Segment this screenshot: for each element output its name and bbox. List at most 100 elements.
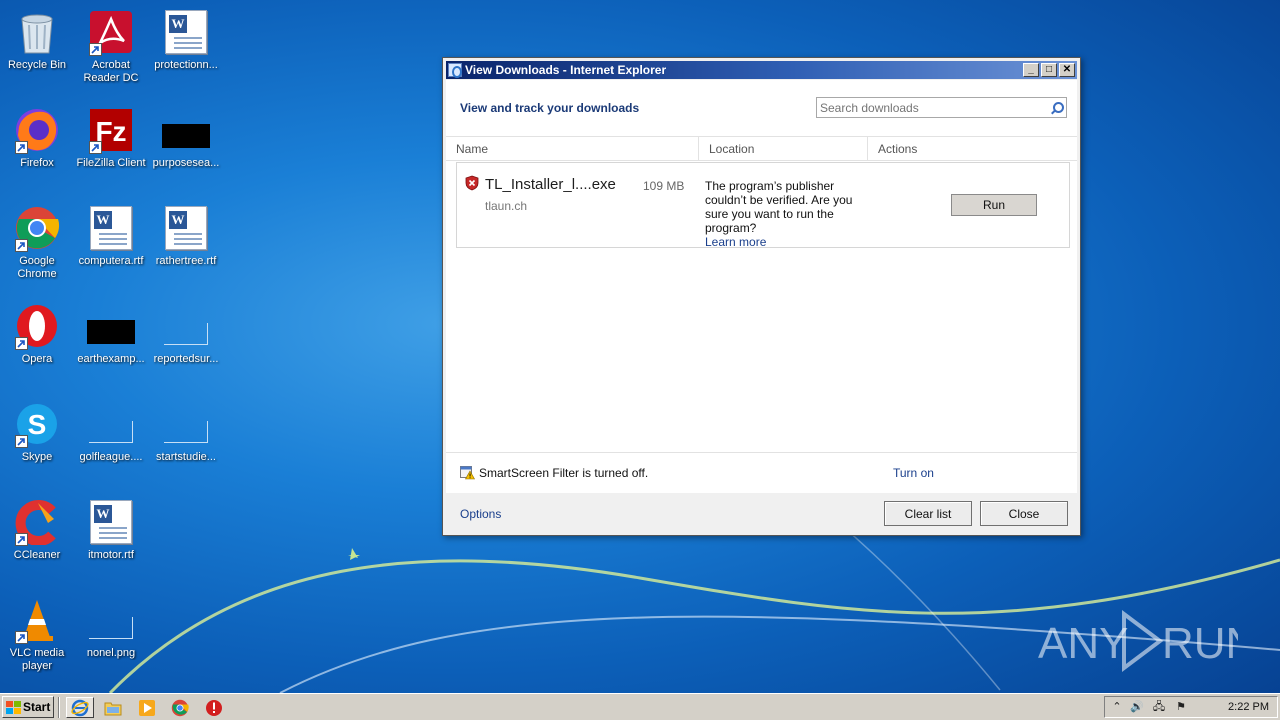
firefox-icon: [13, 106, 61, 154]
desktop-icon-vlc[interactable]: VLC media player: [0, 592, 74, 684]
desktop-icon-google-chrome[interactable]: Google Chrome: [0, 200, 74, 292]
desktop-icon-earthexamp[interactable]: earthexamp...: [74, 298, 148, 390]
file-thumbnail-icon: [87, 302, 135, 350]
media-player-icon: [139, 699, 155, 716]
show-hidden-icons-icon[interactable]: ⌃: [1109, 700, 1125, 715]
smartscreen-warning-icon: [460, 466, 475, 480]
desktop-icon-label: FileZilla Client: [76, 157, 146, 169]
explorer-folder-icon: [104, 702, 122, 715]
desktop-icon-computera[interactable]: W computera.rtf: [74, 200, 148, 292]
column-header-actions[interactable]: Actions: [868, 137, 1079, 161]
start-button[interactable]: Start: [2, 696, 54, 718]
download-file-name[interactable]: TL_Installer_l....exe: [485, 176, 616, 193]
taskbar-file-explorer[interactable]: [102, 697, 124, 718]
desktop-icon-label: nonel.png: [86, 647, 136, 659]
system-tray: ⌃ 🔊 🖧 ⚑ 2:22 PM: [1104, 696, 1278, 718]
desktop-icon-label: startstudie...: [156, 451, 216, 463]
desktop-icon-startstudie[interactable]: startstudie...: [149, 396, 223, 488]
taskbar: Start ⌃ 🔊 🖧 ⚑ 2:22 PM: [0, 693, 1280, 720]
smartscreen-status-text: SmartScreen Filter is turned off.: [479, 466, 649, 480]
close-button[interactable]: Close: [980, 501, 1068, 526]
file-thumbnail-icon: [87, 400, 135, 448]
file-thumbnail-icon: [162, 302, 210, 350]
desktop-icon-protectionn[interactable]: W protectionn...: [149, 4, 223, 96]
desktop-icon-label: Acrobat Reader DC: [83, 59, 139, 84]
download-file-size: 109 MB: [643, 179, 685, 193]
downloads-header: View and track your downloads: [460, 101, 640, 115]
word-document-icon: W: [162, 204, 210, 252]
recycle-bin-icon: [13, 8, 61, 56]
shortcut-arrow-icon: [15, 141, 28, 154]
run-button[interactable]: Run: [951, 194, 1037, 216]
taskbar-separator: [58, 697, 60, 718]
window-title: View Downloads - Internet Explorer: [465, 63, 667, 77]
taskbar-clock[interactable]: 2:22 PM: [1228, 701, 1269, 713]
start-label: Start: [23, 700, 51, 714]
desktop-icon-label: Firefox: [20, 157, 54, 169]
maximize-button[interactable]: □: [1041, 63, 1057, 77]
shortcut-arrow-icon: [15, 631, 28, 644]
chrome-icon: [13, 204, 61, 252]
window-title-bar[interactable]: View Downloads - Internet Explorer _ □ ✕: [446, 61, 1077, 79]
desktop-icon-filezilla[interactable]: Fz FileZilla Client: [74, 102, 148, 194]
desktop-icon-opera[interactable]: Opera: [0, 298, 74, 390]
unverified-shield-icon: [465, 175, 479, 191]
shortcut-arrow-icon: [15, 533, 28, 546]
desktop-icon-label: reportedsur...: [153, 353, 219, 365]
shortcut-arrow-icon: [15, 239, 28, 252]
internet-explorer-icon: [71, 699, 89, 716]
word-document-icon: W: [87, 498, 135, 546]
turn-on-smartscreen-link[interactable]: Turn on: [893, 466, 934, 480]
file-thumbnail-icon: [162, 106, 210, 154]
shortcut-arrow-icon: [89, 43, 102, 56]
desktop-icon-label: protectionn...: [154, 59, 218, 71]
clear-list-button[interactable]: Clear list: [884, 501, 972, 526]
taskbar-chrome[interactable]: [169, 697, 191, 718]
desktop-icon-firefox[interactable]: Firefox: [0, 102, 74, 194]
column-header-location[interactable]: Location: [699, 137, 868, 161]
ccleaner-icon: [13, 498, 61, 546]
svg-text:RUN: RUN: [1162, 619, 1238, 668]
search-downloads-input[interactable]: [817, 98, 1048, 117]
network-icon[interactable]: 🖧: [1151, 700, 1167, 715]
search-box[interactable]: [816, 97, 1067, 118]
skype-icon: S: [13, 400, 61, 448]
desktop-icon-ccleaner[interactable]: CCleaner: [0, 494, 74, 586]
download-source-domain: tlaun.ch: [485, 199, 528, 213]
windows-logo-icon: [6, 700, 21, 714]
desktop-icon-rathertree[interactable]: W rathertree.rtf: [149, 200, 223, 292]
word-document-icon: W: [162, 8, 210, 56]
action-center-flag-icon[interactable]: ⚑: [1173, 700, 1189, 715]
chrome-icon: [171, 699, 189, 716]
file-thumbnail-icon: [87, 596, 135, 644]
desktop-icon-recycle-bin[interactable]: Recycle Bin: [0, 4, 74, 96]
desktop-icon-purposesea[interactable]: purposesea...: [149, 102, 223, 194]
svg-text:ANY: ANY: [1038, 619, 1128, 668]
desktop-icon-acrobat[interactable]: Acrobat Reader DC: [74, 4, 148, 96]
opera-icon: [13, 302, 61, 350]
desktop-icon-nonel[interactable]: nonel.png: [74, 592, 148, 684]
close-window-button[interactable]: ✕: [1059, 63, 1075, 77]
taskbar-antivirus[interactable]: [203, 697, 225, 718]
learn-more-link[interactable]: Learn more: [705, 235, 766, 249]
desktop-icon-skype[interactable]: S Skype: [0, 396, 74, 488]
options-link[interactable]: Options: [460, 507, 501, 521]
shortcut-arrow-icon: [89, 141, 102, 154]
taskbar-media-player[interactable]: [136, 697, 158, 718]
desktop-icon-reportedsur[interactable]: reportedsur...: [149, 298, 223, 390]
column-header-name[interactable]: Name: [446, 137, 699, 161]
desktop-icon-golfleague[interactable]: golfleague....: [74, 396, 148, 488]
minimize-button[interactable]: _: [1023, 63, 1039, 77]
antivirus-icon: [206, 699, 222, 716]
taskbar-internet-explorer[interactable]: [66, 697, 94, 718]
desktop-icon-label: Opera: [21, 353, 53, 365]
desktop-icon-label: rathertree.rtf: [155, 255, 217, 267]
search-icon[interactable]: [1048, 99, 1066, 117]
desktop-icon-label: Google Chrome: [17, 255, 57, 280]
file-thumbnail-icon: [162, 400, 210, 448]
download-row[interactable]: TL_Installer_l....exe 109 MB tlaun.ch Th…: [456, 162, 1070, 249]
vlc-icon: [13, 596, 61, 644]
desktop-icon-label: CCleaner: [13, 549, 61, 561]
volume-icon[interactable]: 🔊: [1129, 700, 1145, 715]
desktop-icon-itmotor[interactable]: W itmotor.rtf: [74, 494, 148, 586]
